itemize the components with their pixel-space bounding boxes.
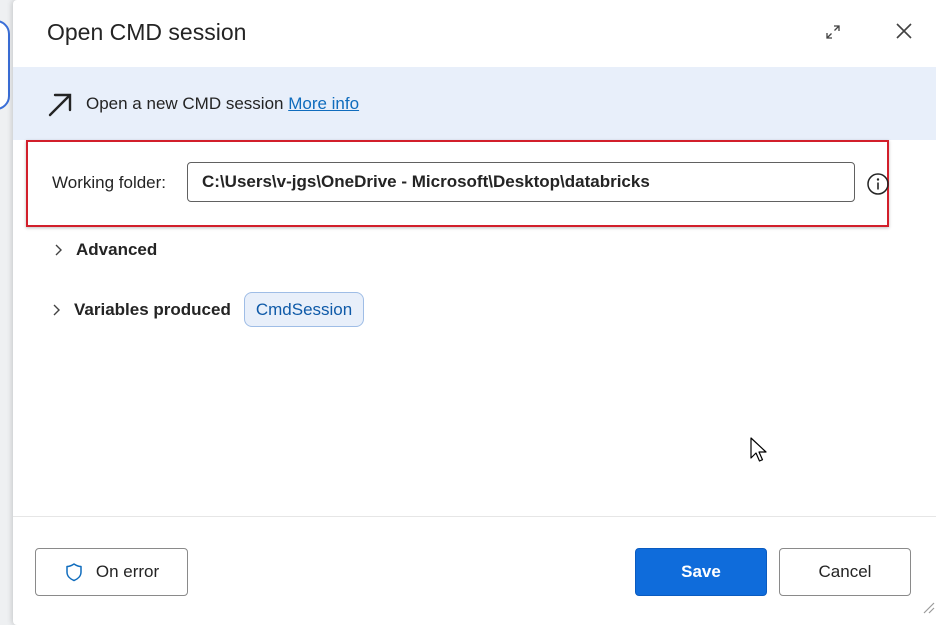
chevron-right-icon: [53, 304, 60, 315]
close-button[interactable]: [891, 18, 917, 44]
variable-chip-cmdsession[interactable]: CmdSession: [243, 292, 365, 327]
background-flow-node: [0, 20, 10, 110]
on-error-label: On error: [95, 562, 160, 581]
chevron-right-icon: [55, 244, 62, 256]
dialog-title: Open CMD session: [47, 19, 247, 45]
advanced-expander[interactable]: Advanced: [50, 240, 157, 260]
expand-button[interactable]: [821, 20, 845, 44]
close-icon: [896, 23, 912, 39]
cancel-button[interactable]: Cancel: [779, 548, 911, 596]
open-cmd-session-dialog: Open CMD session Open a new CMD session …: [13, 0, 936, 625]
save-button[interactable]: Save: [635, 548, 767, 596]
arrow-up-right-icon: [48, 93, 72, 117]
resize-grip-icon[interactable]: [921, 600, 935, 614]
shield-icon: [66, 563, 82, 582]
working-folder-label: Working folder:: [52, 173, 167, 192]
info-icon[interactable]: [866, 172, 890, 196]
variables-produced-expander[interactable]: Variables produced CmdSession: [48, 292, 365, 327]
expand-icon: [826, 25, 840, 39]
more-info-link[interactable]: More info: [288, 94, 359, 113]
footer-divider: [13, 516, 936, 517]
mouse-cursor-icon: [750, 437, 767, 462]
banner-text: Open a new CMD session More info: [86, 94, 359, 114]
advanced-label: Advanced: [76, 240, 158, 259]
working-folder-input[interactable]: [187, 162, 855, 202]
on-error-button[interactable]: On error: [35, 548, 188, 596]
banner-description: Open a new CMD session: [86, 94, 289, 113]
variables-produced-label: Variables produced: [74, 299, 231, 319]
